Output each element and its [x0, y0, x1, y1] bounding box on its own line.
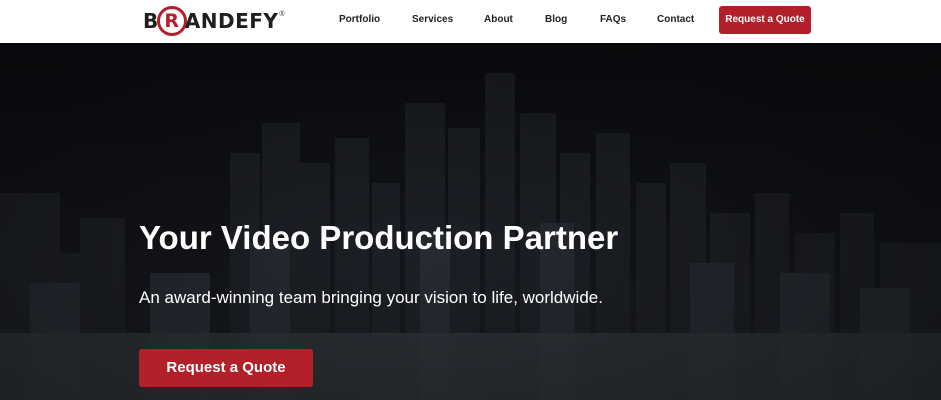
- hero-section: Your Video Production Partner An award-w…: [0, 43, 941, 400]
- nav-item-portfolio[interactable]: Portfolio: [339, 14, 380, 25]
- nav-item-contact[interactable]: Contact: [657, 14, 694, 25]
- site-header: B R ANDEFY ® Portfolio Services About Bl…: [0, 0, 941, 43]
- hero-subtitle: An award-winning team bringing your visi…: [139, 288, 603, 307]
- nav-item-services[interactable]: Services: [412, 14, 453, 25]
- logo-registered-mark: ®: [279, 10, 285, 18]
- nav-item-about[interactable]: About: [484, 14, 513, 25]
- logo-ring-letter: R: [156, 6, 187, 36]
- nav-item-blog[interactable]: Blog: [545, 14, 567, 25]
- hero-title: Your Video Production Partner: [139, 219, 619, 256]
- brandefy-logo[interactable]: B R ANDEFY ®: [143, 5, 285, 37]
- header-request-quote-button[interactable]: Request a Quote: [719, 6, 811, 34]
- logo-suffix: ANDEFY: [184, 9, 279, 33]
- hero-request-quote-button[interactable]: Request a Quote: [139, 349, 313, 387]
- nav-item-faqs[interactable]: FAQs: [600, 14, 626, 25]
